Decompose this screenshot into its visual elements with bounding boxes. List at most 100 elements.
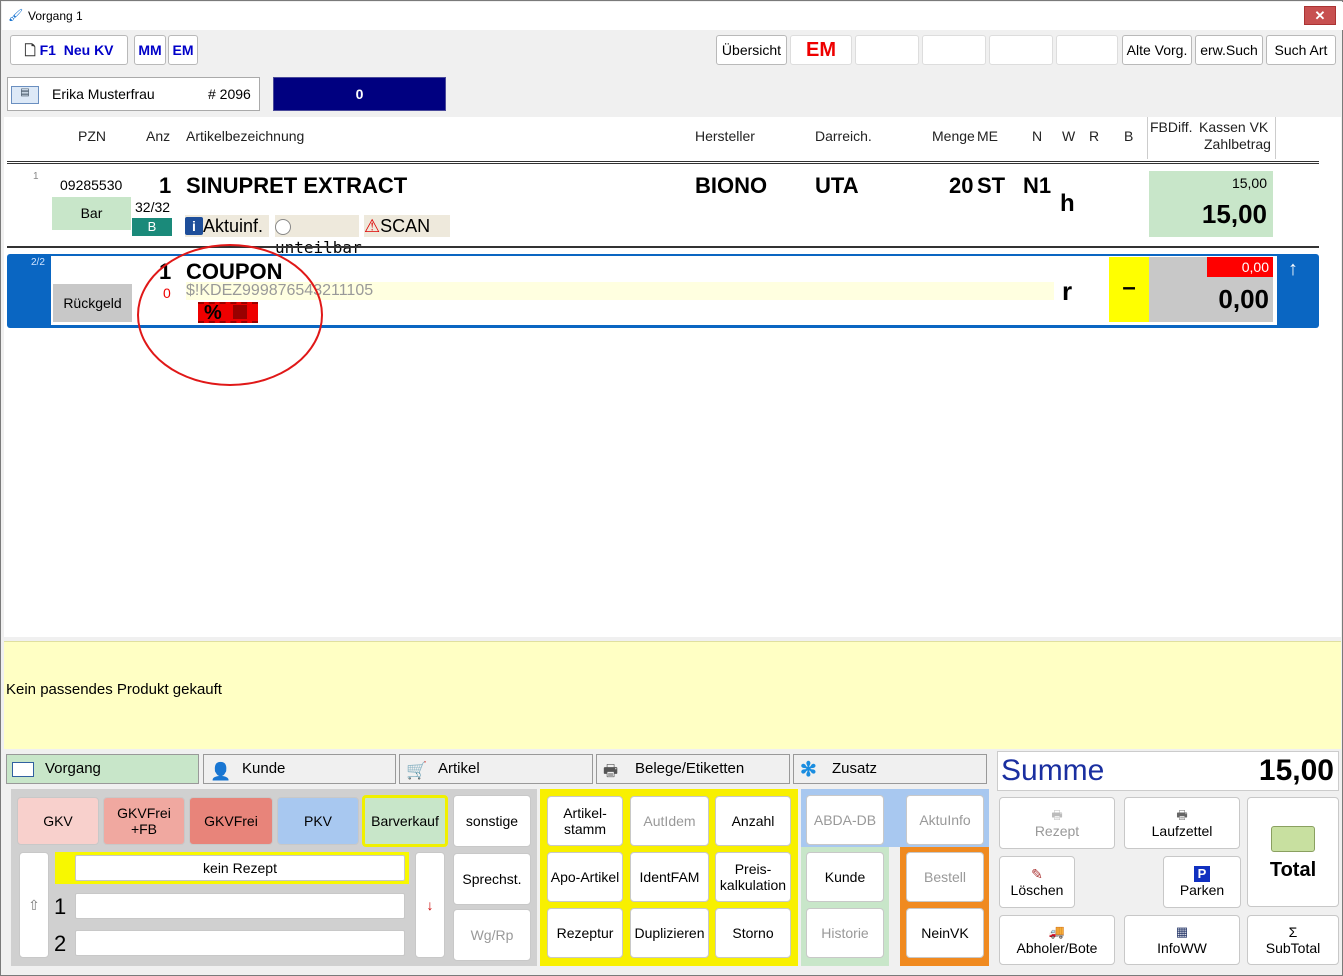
customer-field[interactable]: ▤ Erika Musterfrau # 2096 [7,77,260,111]
scan-button[interactable]: ⚠SCAN [364,215,450,237]
arrow-up-icon: ⇧ [28,897,40,913]
kassen-vk-value: 15,00 [1231,175,1267,191]
total-button[interactable]: Total [1247,797,1339,907]
tab-label: Kunde [242,760,286,777]
laufzettel-button[interactable]: 🖶 Laufzettel [1124,797,1240,849]
row-me: ST [977,173,1006,198]
col-fbdiff: FBDiff. [1150,119,1193,135]
empty-slot-3[interactable] [989,35,1053,65]
preiskalkulation-button[interactable]: Preis-kalkulation [715,852,791,902]
tab-belege[interactable]: 🖶 Belege/Etiketten [596,754,790,784]
arrow-down-icon: ↓ [426,897,434,913]
bestell-button[interactable]: Bestell [906,852,984,902]
identfam-button[interactable]: IdentFAM [630,852,709,902]
storno-button[interactable]: Storno [715,908,791,958]
unteilbar-toggle[interactable]: unteilbar [275,215,362,257]
rezept-label: Rezept [1034,823,1080,839]
abholer-label: Abholer/Bote [1016,940,1098,956]
col-me: ME [977,128,998,144]
abholer-bote-button[interactable]: 🚚 Abholer/Bote [999,915,1115,965]
scan-label: SCAN [380,216,431,236]
abda-db-button[interactable]: ABDA-DB [806,795,884,845]
rezept-button[interactable]: 🖶 Rezept [999,797,1115,849]
sprechst-button[interactable]: Sprechst. [453,853,531,905]
parking-icon: P [1194,866,1210,882]
warning-icon: ⚠ [364,216,381,236]
pkv-button[interactable]: PKV [277,797,359,845]
row-anz: 1 [159,173,172,198]
col-darreich: Darreich. [815,128,872,144]
infoww-button[interactable]: ▦ InfoWW [1124,915,1240,965]
autidem-button[interactable]: AutIdem [630,796,709,846]
em-red-button[interactable]: EM [790,35,852,65]
empty-slot-1[interactable] [855,35,919,65]
line-1-label: 1 [54,894,67,919]
eraser-icon: ✎ [1031,866,1043,882]
parken-label: Parken [1179,882,1225,898]
zahlbetrag-value: 15,00 [1201,199,1267,229]
empty-slot-2[interactable] [922,35,986,65]
loeschen-button[interactable]: ✎ Löschen [999,856,1075,908]
price-cell: 15,00 15,00 [1149,171,1273,237]
new-kv-button[interactable]: 🗋 F1 Neu KV [10,35,128,65]
scroll-up-button[interactable]: ⇧ [19,852,49,958]
pay-method-button[interactable]: Bar [52,197,131,230]
rezept-line-1[interactable] [75,893,405,919]
row-hersteller: BIONO [695,173,768,198]
parken-button[interactable]: P Parken [1163,856,1241,908]
scroll-down-button[interactable]: ↓ [415,852,445,958]
header-separator [7,161,1319,164]
sonstige-button[interactable]: sonstige [453,795,531,847]
row-index: 1 [33,171,39,182]
aktuinfo-button[interactable]: AktuInfo [906,795,984,845]
anzahl-button[interactable]: Anzahl [715,796,791,846]
alte-vorg-button[interactable]: Alte Vorg. [1122,35,1192,65]
historie-button[interactable]: Historie [806,908,884,958]
gkvfrei-fb-button[interactable]: GKVFrei +FB [103,797,185,845]
erw-such-button[interactable]: erw.Such [1195,35,1263,65]
neinvk-button[interactable]: NeinVK [906,908,984,958]
tab-vorgang[interactable]: Vorgang [6,754,199,784]
such-art-button[interactable]: Such Art [1266,35,1336,65]
gkv-button[interactable]: GKV [17,797,99,845]
col-zahlbetrag: Zahlbetrag [1204,136,1271,152]
subtotal-button[interactable]: Σ SubTotal [1247,915,1339,965]
arrow-up-icon[interactable]: ↑ [1288,258,1298,281]
artikelstamm-button[interactable]: Artikel-stamm [547,796,623,846]
rezept-line-2[interactable] [75,930,405,956]
tab-kunde[interactable]: 👤 Kunde [203,754,396,784]
calculator-icon: ▦ [1175,924,1189,939]
close-button[interactable]: ✕ [1304,6,1336,25]
tab-artikel[interactable]: 🛒 Artikel [399,754,593,784]
rezeptur-button[interactable]: Rezeptur [547,908,623,958]
kein-rezept-field[interactable]: kein Rezept [75,855,405,881]
row-n: N1 [1023,173,1052,198]
kassen-vk-value: 0,00 [1207,257,1273,277]
kunde-button[interactable]: Kunde [806,852,884,902]
mm-button[interactable]: MM [134,35,166,65]
em-button[interactable]: EM [168,35,198,65]
customer-name: Erika Musterfrau [52,86,155,102]
col-w: W [1062,128,1076,144]
barverkauf-button[interactable]: Barverkauf [362,795,448,847]
wgrp-button[interactable]: Wg/Rp [453,909,531,961]
duplizieren-button[interactable]: Duplizieren [630,908,709,958]
rueckgeld-button[interactable]: Rückgeld [53,284,132,322]
total-label: Total [1269,859,1317,881]
apo-artikel-button[interactable]: Apo-Artikel [547,852,623,902]
row-w: r [1062,276,1073,306]
uebersicht-button[interactable]: Übersicht [716,35,787,65]
table-row[interactable]: 1 09285530 1 SINUPRET EXTRACT BIONO UTA … [7,166,1319,257]
counter-display: 0 [273,77,446,111]
tab-label: Artikel [438,760,480,777]
tab-zusatz[interactable]: ✻ Zusatz [793,754,987,784]
stock-badge: B [132,218,172,236]
printer-icon: 🖶 [1176,808,1188,822]
minus-indicator[interactable]: – [1109,257,1149,322]
empty-slot-4[interactable] [1056,35,1118,65]
annotation-circle [137,244,323,386]
gkvfrei-button[interactable]: GKVFrei [189,797,273,845]
infoww-label: InfoWW [1157,940,1207,956]
price-cell: 0,00 0,00 [1149,257,1273,322]
aktuinf-button[interactable]: i Aktuinf. [185,215,269,237]
